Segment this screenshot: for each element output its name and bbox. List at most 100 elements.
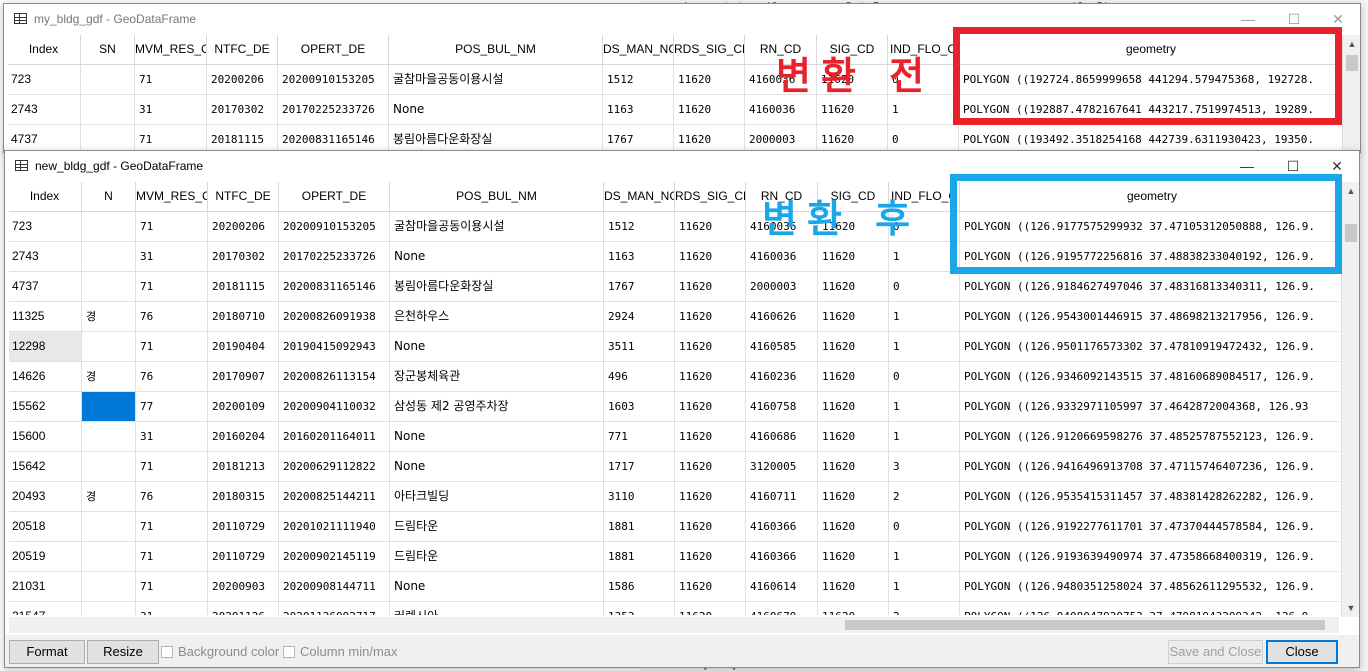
cell-opert[interactable]: 20200831165146 [279,272,390,302]
cell-rn[interactable]: 2000003 [745,125,817,152]
cell-opert[interactable]: 20200826113154 [279,362,390,392]
cell-ds[interactable]: 1353 [604,602,675,615]
cell-flo[interactable]: 0 [889,362,960,392]
cell-ntfc[interactable]: 20110729 [208,542,279,572]
row-index-cell[interactable]: 4737 [9,272,82,302]
cell-rn[interactable]: 4160366 [746,542,818,572]
column-header-index[interactable]: Index [8,35,81,65]
scroll-up-icon[interactable]: ▲ [1342,182,1359,200]
cell-rds[interactable]: 11620 [675,602,746,615]
cell-mvm[interactable]: 71 [136,542,208,572]
cell-mvm[interactable]: 76 [136,482,208,512]
cell-ntfc[interactable]: 20201126 [208,602,279,615]
cell-ds[interactable]: 1767 [603,125,674,152]
cell-rn[interactable]: 4160366 [746,512,818,542]
row-index-cell[interactable]: 15562 [9,392,82,422]
cell-opert[interactable]: 20170225233726 [279,242,390,272]
cell-ntfc[interactable]: 20200903 [208,572,279,602]
cell-flo[interactable]: 0 [889,512,960,542]
cell-sig[interactable]: 11620 [817,125,888,152]
cell-rn[interactable]: 2000003 [746,272,818,302]
cell-rn[interactable]: 3120005 [746,452,818,482]
cell-rds[interactable]: 11620 [675,302,746,332]
column-header-opert[interactable]: OPERT_DE [278,35,389,65]
cell-sn[interactable]: 경 [82,362,136,392]
cell-opert[interactable]: 20200910153205 [279,212,390,242]
cell-opert[interactable]: 20200826091938 [279,302,390,332]
cell-ds[interactable]: 1881 [604,512,675,542]
cell-flo[interactable]: 1 [889,422,960,452]
resize-button[interactable]: Resize [87,640,159,664]
column-header-pos[interactable]: POS_BUL_NM [389,35,603,65]
cell-opert[interactable]: 20201021111940 [279,512,390,542]
cell-flo[interactable]: 1 [889,332,960,362]
cell-sig[interactable]: 11620 [818,332,889,362]
cell-mvm[interactable]: 71 [136,272,208,302]
cell-flo[interactable]: 0 [888,125,959,152]
cell-opert[interactable]: 20200908144711 [279,572,390,602]
cell-geom[interactable]: POLYGON ((126.9416496913708 37.471157464… [960,452,1339,482]
cell-flo[interactable]: 1 [889,572,960,602]
cell-rds[interactable]: 11620 [674,65,745,95]
cell-geom[interactable]: POLYGON ((126.9346092143515 37.481606890… [960,362,1339,392]
cell-rds[interactable]: 11620 [675,482,746,512]
cell-ntfc[interactable]: 20200109 [208,392,279,422]
cell-mvm[interactable]: 71 [136,572,208,602]
cell-flo[interactable]: 0 [889,272,960,302]
cell-ntfc[interactable]: 20170302 [207,95,278,125]
cell-ds[interactable]: 1512 [604,212,675,242]
cell-ds[interactable]: 2924 [604,302,675,332]
vertical-scrollbar[interactable]: ▲ [1342,35,1360,152]
cell-sig[interactable]: 11620 [818,242,889,272]
cell-ntfc[interactable]: 20181115 [208,272,279,302]
cell-geom[interactable]: POLYGON ((126.9192277611701 37.473704445… [960,512,1339,542]
save-and-close-button[interactable]: Save and Close [1168,640,1263,664]
cell-mvm[interactable]: 77 [136,392,208,422]
cell-sig[interactable]: 11620 [818,272,889,302]
cell-sn[interactable] [82,452,136,482]
cell-mvm[interactable]: 71 [136,512,208,542]
scroll-thumb[interactable] [1345,224,1357,242]
cell-rds[interactable]: 11620 [674,95,745,125]
cell-ds[interactable]: 1163 [603,95,674,125]
cell-rn[interactable]: 4160036 [746,242,818,272]
cell-opert[interactable]: 20200831165146 [278,125,389,152]
column-header-mvm[interactable]: MVM_RES_CI [136,182,208,212]
cell-ntfc[interactable]: 20200206 [208,212,279,242]
cell-mvm[interactable]: 31 [136,422,208,452]
cell-geom[interactable]: POLYGON ((126.9543001446915 37.486982132… [960,302,1339,332]
cell-sig[interactable]: 11620 [818,572,889,602]
row-index-cell[interactable]: 14626 [9,362,82,392]
cell-pos[interactable]: 삼성동 제2 공영주차장 [390,392,604,422]
cell-sn[interactable] [82,512,136,542]
cell-sn[interactable]: 경 [82,482,136,512]
cell-sn[interactable]: 경 [82,302,136,332]
cell-rds[interactable]: 11620 [675,362,746,392]
cell-flo[interactable]: 3 [889,452,960,482]
cell-geom[interactable]: POLYGON ((126.9480351258024 37.485626112… [960,572,1339,602]
cell-pos[interactable]: 드림타운 [390,542,604,572]
cell-mvm[interactable]: 31 [136,602,208,615]
close-button[interactable]: Close [1266,640,1338,664]
cell-rn[interactable]: 4160686 [746,422,818,452]
cell-pos[interactable]: None [390,572,604,602]
cell-ntfc[interactable]: 20181213 [208,452,279,482]
horizontal-scrollbar[interactable] [9,617,1339,633]
column-minmax-checkbox[interactable] [283,646,295,658]
cell-pos[interactable]: None [390,422,604,452]
cell-ntfc[interactable]: 20160204 [208,422,279,452]
cell-mvm[interactable]: 71 [135,65,207,95]
cell-pos[interactable]: 커렌시아 [390,602,604,615]
scroll-thumb[interactable] [1346,55,1358,71]
cell-rn[interactable]: 4160614 [746,572,818,602]
cell-sn[interactable] [82,572,136,602]
row-index-cell[interactable]: 2743 [8,95,81,125]
row-index-cell[interactable]: 723 [8,65,81,95]
cell-mvm[interactable]: 31 [136,242,208,272]
cell-sig[interactable]: 11620 [818,392,889,422]
row-index-cell[interactable]: 12298 [9,332,82,362]
row-index-cell[interactable]: 2743 [9,242,82,272]
cell-mvm[interactable]: 31 [135,95,207,125]
cell-flo[interactable]: 2 [889,602,960,615]
cell-ntfc[interactable]: 20181115 [207,125,278,152]
